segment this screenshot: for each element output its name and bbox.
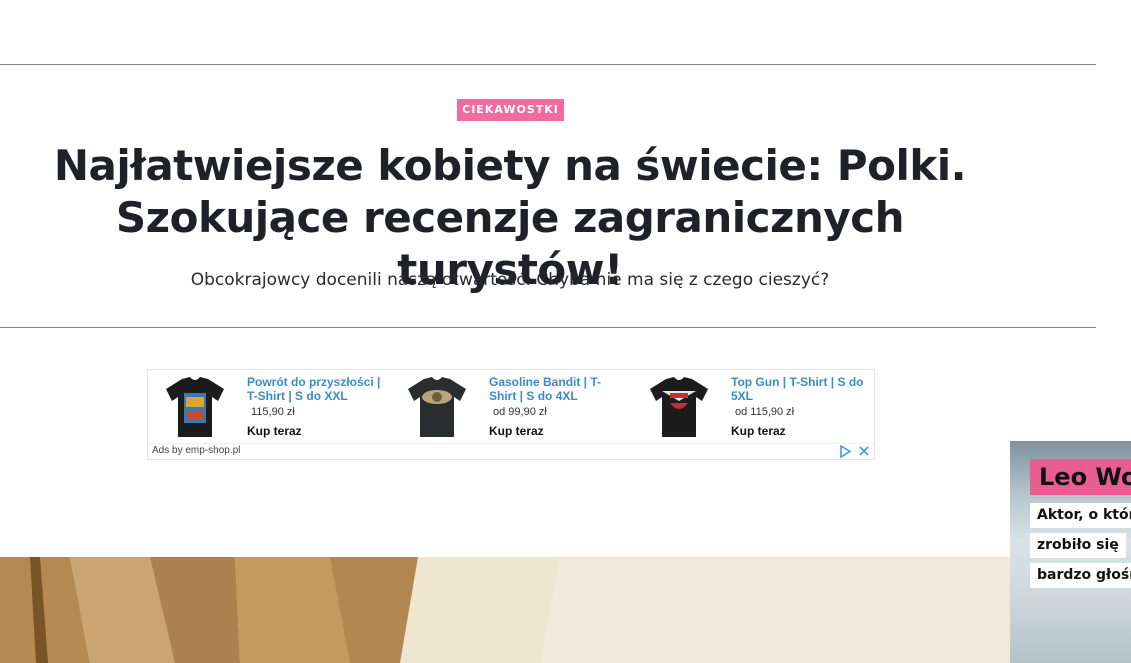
bottom-divider [0, 327, 1096, 328]
ad-item-title[interactable]: Top Gun | T-Shirt | S do 5XL [731, 375, 869, 403]
tshirt-icon[interactable] [646, 375, 712, 439]
promo-name: Leo Wo [1030, 459, 1131, 495]
ad-item-price: od 115,90 zł [735, 406, 795, 418]
ad-item-title[interactable]: Powrót do przyszłości | T-Shirt | S do X… [247, 375, 385, 403]
ad-item[interactable]: Top Gun | T-Shirt | S do 5XL od 115,90 z… [632, 370, 874, 442]
ad-footer: Ads by emp-shop.pl [148, 443, 874, 459]
promo-line: bardzo głośn [1030, 563, 1131, 588]
buy-now-link[interactable]: Kup teraz [489, 424, 544, 438]
ad-item-title[interactable]: Gasoline Bandit | T-Shirt | S do 4XL [489, 375, 627, 403]
promo-line: zrobiło się [1030, 533, 1126, 558]
ad-item[interactable]: Powrót do przyszłości | T-Shirt | S do X… [148, 370, 390, 442]
hero-photo [0, 557, 1010, 663]
ad-item-price: 115,90 zł [251, 406, 295, 418]
tshirt-icon[interactable] [404, 375, 470, 439]
promo-line: Aktor, o któr [1030, 503, 1131, 528]
buy-now-link[interactable]: Kup teraz [731, 424, 786, 438]
article-lead: Obcokrajowcy docenili naszą otwartość. C… [190, 270, 830, 290]
top-divider [0, 64, 1096, 65]
category-badge[interactable]: CIEKAWOSTKI [457, 99, 564, 121]
ad-attribution[interactable]: Ads by emp-shop.pl [152, 445, 240, 456]
ad-item-price: od 99,90 zł [493, 406, 547, 418]
ad-banner: Powrót do przyszłości | T-Shirt | S do X… [147, 369, 875, 460]
ad-item[interactable]: Gasoline Bandit | T-Shirt | S do 4XL od … [390, 370, 632, 442]
side-promo[interactable]: Leo Wo Aktor, o któr zrobiło się bardzo … [1010, 441, 1131, 663]
hero-image [0, 557, 1010, 663]
tshirt-icon[interactable] [162, 375, 228, 439]
buy-now-link[interactable]: Kup teraz [247, 424, 302, 438]
adchoices-icon[interactable] [838, 445, 852, 458]
close-icon[interactable] [858, 444, 870, 458]
